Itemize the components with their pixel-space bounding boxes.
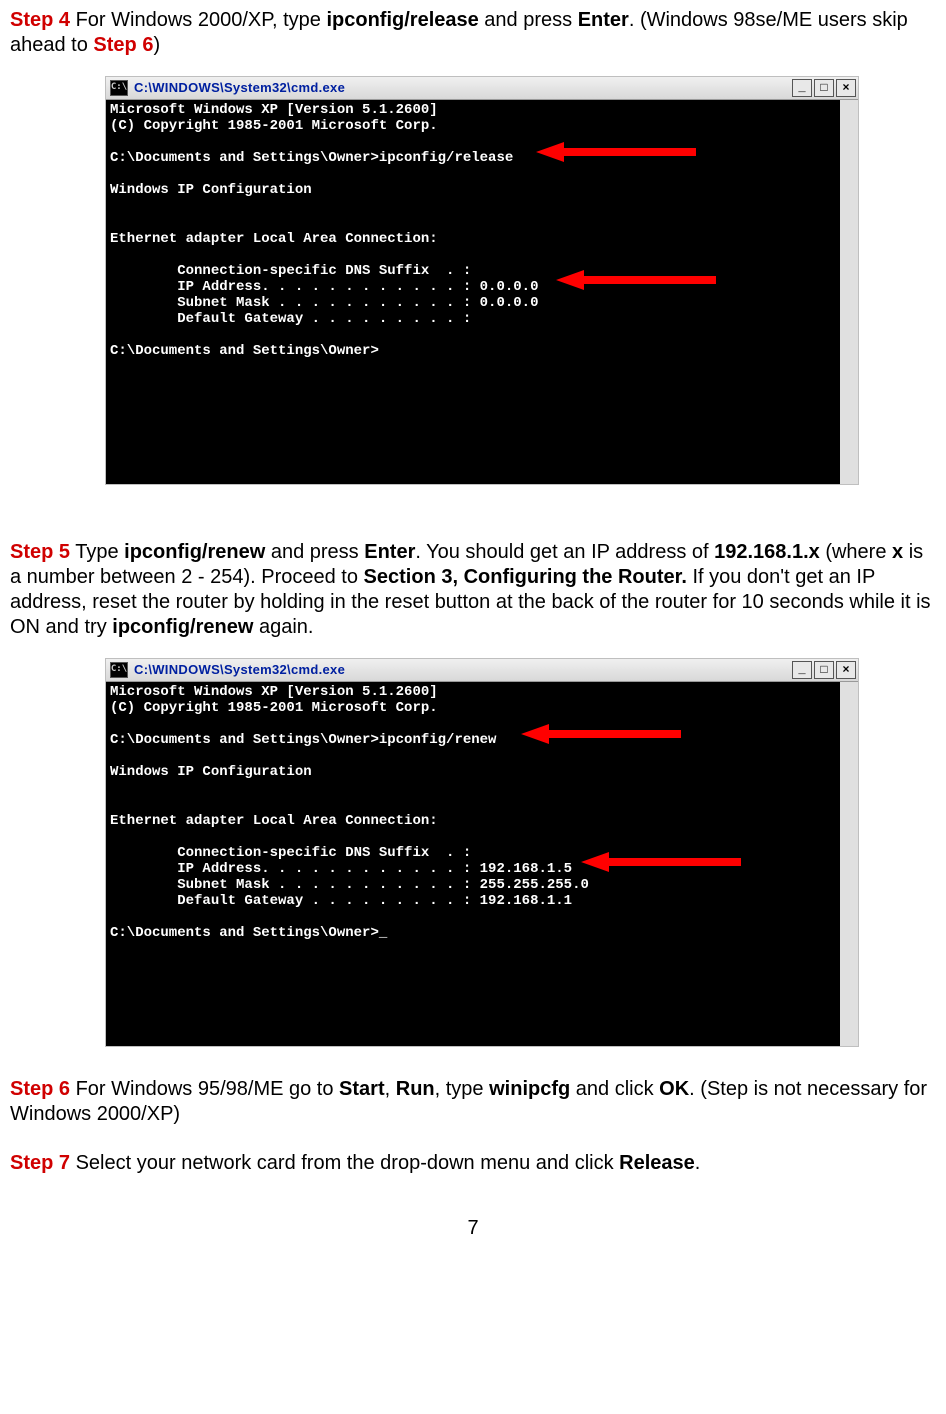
terminal-line: [110, 748, 836, 764]
terminal-line: [110, 327, 836, 343]
terminal-line: IP Address. . . . . . . . . . . . : 0.0.…: [110, 279, 836, 295]
cmd-icon: C:\: [110, 662, 128, 678]
t: Select your network card from the drop-d…: [70, 1152, 619, 1174]
terminal-output: Microsoft Windows XP [Version 5.1.2600](…: [106, 100, 858, 484]
step4-label: Step 4: [10, 9, 70, 31]
terminal-line: [110, 247, 836, 263]
cmd-icon: C:\: [110, 80, 128, 96]
step4-kw-ipconfig: ipconfig/release: [326, 9, 478, 31]
terminal-line: Connection-specific DNS Suffix . :: [110, 845, 836, 861]
terminal-line: [110, 166, 836, 182]
terminal-line: (C) Copyright 1985-2001 Microsoft Corp.: [110, 700, 836, 716]
step4-kw-enter: Enter: [578, 9, 629, 31]
cmd-window-renew: C:\ C:\WINDOWS\System32\cmd.exe _ □ × Mi…: [105, 658, 859, 1047]
terminal-line: [110, 781, 836, 797]
close-button[interactable]: ×: [836, 661, 856, 679]
terminal-line: IP Address. . . . . . . . . . . . : 192.…: [110, 861, 836, 877]
step5-kw-ipconfig2: ipconfig/renew: [112, 616, 253, 638]
step5-kw-x: x: [892, 541, 903, 563]
step5-kw-ipconfig: ipconfig/renew: [124, 541, 265, 563]
step7-label: Step 7: [10, 1152, 70, 1174]
step5-kw-section: Section 3, Configuring the Router.: [364, 566, 687, 588]
terminal-line: [110, 215, 836, 231]
terminal-line: Ethernet adapter Local Area Connection:: [110, 231, 836, 247]
terminal-line: [110, 829, 836, 845]
t: For Windows 95/98/ME go to: [70, 1078, 339, 1100]
step5-kw-enter: Enter: [364, 541, 415, 563]
step4-text-a: For Windows 2000/XP, type: [70, 9, 326, 31]
terminal-line: C:\Documents and Settings\Owner>ipconfig…: [110, 732, 836, 748]
kw-ok: OK: [659, 1078, 689, 1100]
terminal-line: [110, 716, 836, 732]
kw-start: Start: [339, 1078, 385, 1100]
terminal-line: Ethernet adapter Local Area Connection:: [110, 813, 836, 829]
minimize-button[interactable]: _: [792, 661, 812, 679]
kw-winipcfg: winipcfg: [489, 1078, 570, 1100]
window-title: C:\WINDOWS\System32\cmd.exe: [134, 662, 345, 678]
terminal-output: Microsoft Windows XP [Version 5.1.2600](…: [106, 682, 858, 1046]
step7-paragraph: Step 7 Select your network card from the…: [10, 1151, 936, 1176]
step4-link-step6: Step 6: [93, 34, 153, 56]
t: .: [695, 1152, 701, 1174]
terminal-line: [110, 909, 836, 925]
scrollbar-down-button[interactable]: ▾: [840, 466, 858, 484]
t: and click: [570, 1078, 659, 1100]
t: Type: [70, 541, 124, 563]
terminal-line: Subnet Mask . . . . . . . . . . . : 255.…: [110, 877, 836, 893]
titlebar: C:\ C:\WINDOWS\System32\cmd.exe _ □ ×: [106, 659, 858, 682]
step5-label: Step 5: [10, 541, 70, 563]
terminal-line: (C) Copyright 1985-2001 Microsoft Corp.: [110, 118, 836, 134]
t: and press: [265, 541, 364, 563]
step4-text-b: and press: [479, 9, 578, 31]
titlebar: C:\ C:\WINDOWS\System32\cmd.exe _ □ ×: [106, 77, 858, 100]
kw-release: Release: [619, 1152, 695, 1174]
terminal-line: C:\Documents and Settings\Owner>: [110, 343, 836, 359]
terminal-line: [110, 797, 836, 813]
t: (where: [820, 541, 892, 563]
t: again.: [253, 616, 313, 638]
step5-paragraph: Step 5 Type ipconfig/renew and press Ent…: [10, 540, 936, 640]
step6-label: Step 6: [10, 1078, 70, 1100]
terminal-line: Windows IP Configuration: [110, 182, 836, 198]
terminal-line: Default Gateway . . . . . . . . . : 192.…: [110, 893, 836, 909]
terminal-line: Microsoft Windows XP [Version 5.1.2600]: [110, 684, 836, 700]
window-controls: _ □ ×: [792, 79, 856, 97]
kw-run: Run: [396, 1078, 435, 1100]
scrollbar-down-button[interactable]: ▾: [840, 1028, 858, 1046]
maximize-button[interactable]: □: [814, 79, 834, 97]
window-title: C:\WINDOWS\System32\cmd.exe: [134, 80, 345, 96]
t: ,: [385, 1078, 396, 1100]
terminal-line: C:\Documents and Settings\Owner>_: [110, 925, 836, 941]
step4-text-d: ): [153, 34, 160, 56]
terminal-line: Default Gateway . . . . . . . . . :: [110, 311, 836, 327]
t: . You should get an IP address of: [415, 541, 714, 563]
terminal-line: Windows IP Configuration: [110, 764, 836, 780]
step5-kw-ip: 192.168.1.x: [714, 541, 820, 563]
terminal-line: [110, 134, 836, 150]
maximize-button[interactable]: □: [814, 661, 834, 679]
step4-paragraph: Step 4 For Windows 2000/XP, type ipconfi…: [10, 8, 936, 58]
step6-paragraph: Step 6 For Windows 95/98/ME go to Start,…: [10, 1077, 936, 1127]
close-button[interactable]: ×: [836, 79, 856, 97]
cmd-window-release: C:\ C:\WINDOWS\System32\cmd.exe _ □ × Mi…: [105, 76, 859, 485]
terminal-line: Connection-specific DNS Suffix . :: [110, 263, 836, 279]
terminal-line: [110, 199, 836, 215]
window-controls: _ □ ×: [792, 661, 856, 679]
page-number: 7: [10, 1216, 936, 1241]
minimize-button[interactable]: _: [792, 79, 812, 97]
terminal-line: Subnet Mask . . . . . . . . . . . : 0.0.…: [110, 295, 836, 311]
terminal-line: Microsoft Windows XP [Version 5.1.2600]: [110, 102, 836, 118]
t: , type: [435, 1078, 489, 1100]
terminal-line: C:\Documents and Settings\Owner>ipconfig…: [110, 150, 836, 166]
